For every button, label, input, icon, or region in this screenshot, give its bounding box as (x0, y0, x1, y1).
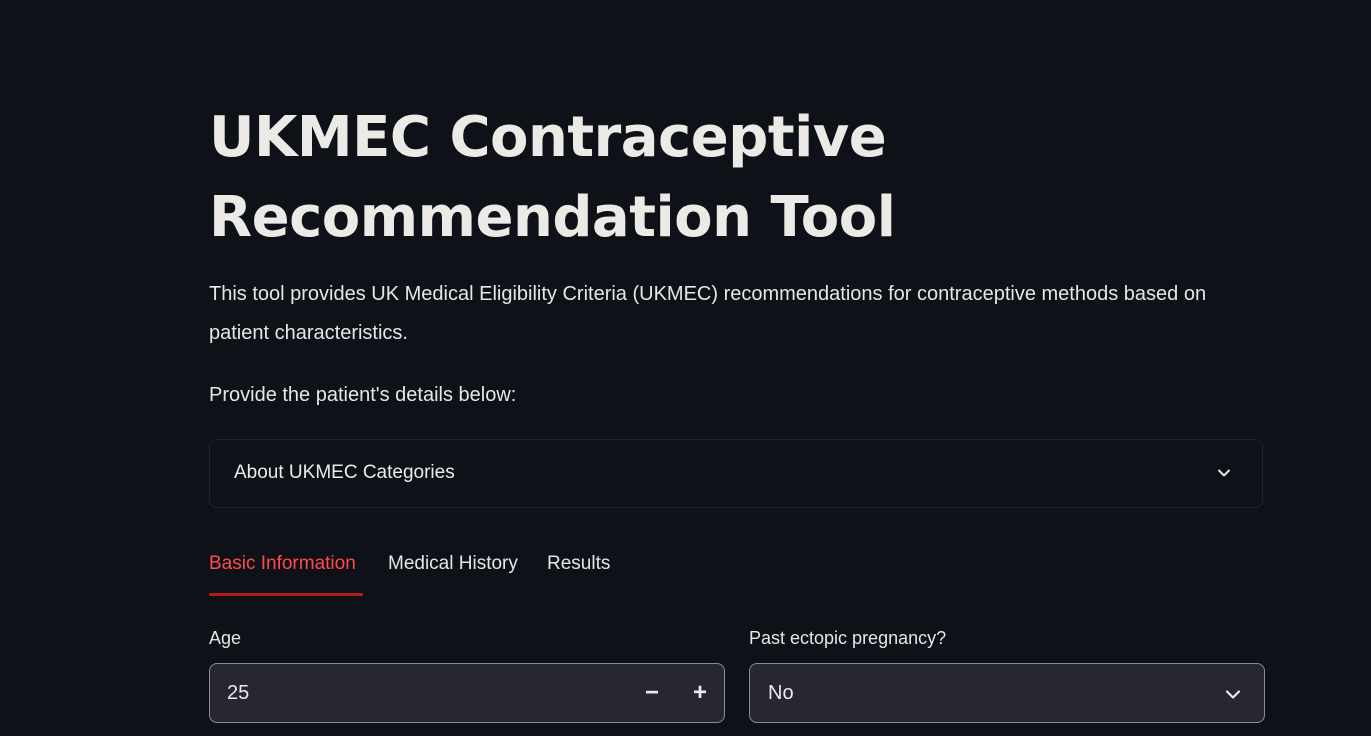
age-input-value[interactable]: 25 (227, 682, 249, 705)
select-value: No (768, 682, 794, 704)
plus-icon[interactable]: + (680, 674, 720, 712)
page-title: UKMEC Contraceptive Recommendation Tool (209, 105, 896, 250)
details-prompt: Provide the patient's details below: (209, 384, 517, 406)
ectopic-pregnancy-label: Past ectopic pregnancy? (749, 628, 947, 648)
tab-results[interactable]: Results (547, 553, 610, 575)
age-number-input: 25 − + (209, 663, 725, 723)
intro-description: This tool provides UK Medical Eligibilit… (209, 283, 1207, 344)
chevron-down-icon (1225, 690, 1241, 699)
tab-basic-information[interactable]: Basic Information (209, 553, 356, 575)
tab-bar: Basic Information Medical History Result… (209, 545, 1265, 597)
active-tab-indicator (209, 593, 363, 596)
ectopic-pregnancy-select[interactable]: No (749, 663, 1265, 723)
expander-label: About UKMEC Categories (234, 462, 455, 483)
ukmec-categories-expander[interactable]: About UKMEC Categories (209, 439, 1263, 508)
tab-medical-history[interactable]: Medical History (388, 553, 518, 575)
minus-icon[interactable]: − (632, 674, 672, 712)
chevron-down-icon (1218, 469, 1230, 477)
age-label: Age (209, 628, 242, 648)
